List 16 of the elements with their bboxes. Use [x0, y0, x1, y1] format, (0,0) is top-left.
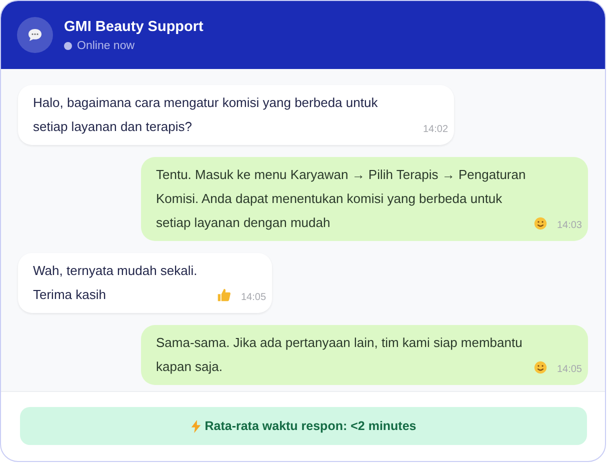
message-text: Sama-sama. Jika ada pertanyaan lain, tim kami siap membantu kapan saja.: [156, 334, 524, 376]
lightning-icon: [190, 420, 201, 432]
chat-bubble-icon: [27, 27, 43, 43]
message-time: 14:05: [241, 291, 266, 305]
response-time-banner: Rata-rata waktu respon: <2 minutes: [20, 407, 587, 445]
message-text: Tentu. Masuk ke menu Karyawan → Pilih Terapis → Pengaturan Komisi. Anda dapat menentukan komisi yang berbeda untuk setiap layanan dengan mudah: [156, 166, 527, 232]
smile-icon: [534, 361, 547, 374]
message-time: 14:03: [556, 219, 582, 233]
message-text: Halo, bagaimana cara mengatur komisi yang berbeda untuk setiap layanan dan terapis?: [33, 94, 379, 136]
message-time: 14:02: [423, 123, 448, 137]
message-time: 14:05: [556, 363, 582, 377]
smile-icon: [534, 217, 547, 230]
chat-title: GMI Beauty Support: [64, 18, 204, 34]
thumbs-up-icon: [217, 288, 231, 302]
status-text: Online now: [77, 40, 135, 52]
message-text: Wah, ternyata mudah sekali. Terima kasih: [33, 262, 198, 304]
